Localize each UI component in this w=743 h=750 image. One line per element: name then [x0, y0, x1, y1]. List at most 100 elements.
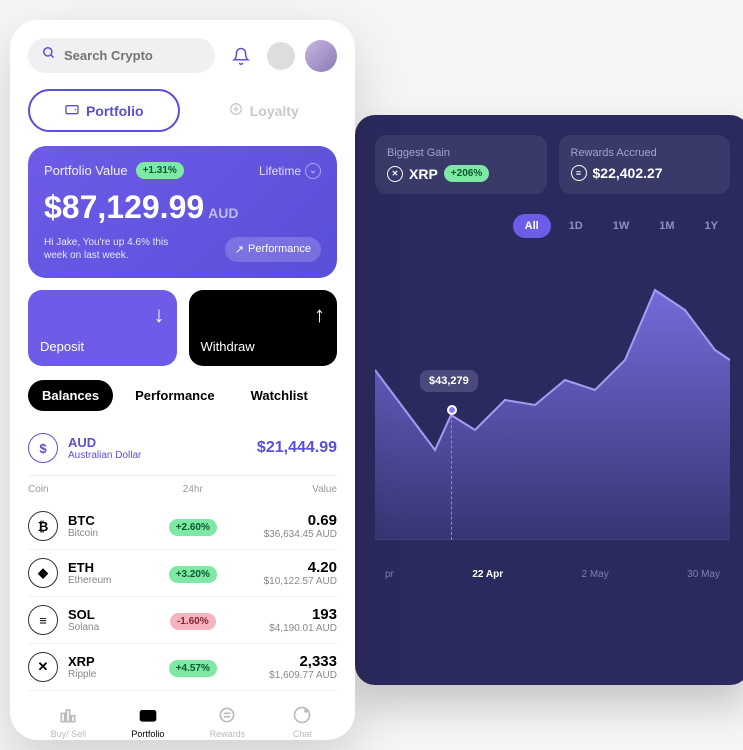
nav-rewards[interactable]: Rewards — [210, 703, 246, 739]
arrow-up-icon: ↑ — [314, 302, 325, 328]
chart-highlight-dot — [447, 405, 457, 415]
coin-fullname: Bitcoin — [68, 528, 98, 539]
chat-icon — [290, 703, 314, 727]
avatar[interactable] — [305, 40, 337, 72]
coin-symbol: XRP — [68, 654, 96, 669]
nav-chat-label: Chat — [293, 729, 312, 739]
search-icon — [42, 46, 56, 65]
coin-change-badge: +4.57% — [169, 660, 217, 677]
nav-portfolio-label: Portfolio — [131, 729, 164, 739]
notifications-button[interactable] — [225, 40, 257, 72]
biggest-gain-coin: XRP — [409, 166, 438, 182]
tab-performance[interactable]: Performance — [121, 380, 228, 411]
tab-loyalty[interactable]: Loyalty — [190, 89, 338, 132]
deposit-button[interactable]: ↓ Deposit — [28, 290, 177, 366]
aud-name: Australian Dollar — [68, 450, 141, 461]
coin-row-btc[interactable]: ₿ BTC Bitcoin +2.60% 0.69 $36,634.45 AUD — [28, 503, 337, 550]
coin-row-eth[interactable]: ◆ ETH Ethereum +3.20% 4.20 $10,122.57 AU… — [28, 550, 337, 597]
x-tick: 2 May — [582, 569, 609, 580]
nav-chat[interactable]: Chat — [290, 703, 314, 739]
range-1w[interactable]: 1W — [601, 214, 642, 238]
coin-symbol: BTC — [68, 513, 98, 528]
x-tick: 22 Apr — [472, 569, 503, 580]
coin-value: $10,122.57 AUD — [234, 576, 337, 587]
mobile-app: Portfolio Loyalty Portfolio Value +1.31%… — [10, 20, 355, 740]
wallet-icon — [64, 101, 80, 120]
desktop-chart-panel: Biggest Gain ✕ XRP +206% Rewards Accrued… — [355, 115, 743, 685]
tab-loyalty-label: Loyalty — [250, 103, 299, 119]
rewards-icon: ≡ — [571, 165, 587, 181]
area-chart-svg — [375, 250, 730, 540]
tab-portfolio-label: Portfolio — [86, 103, 144, 119]
loyalty-icon — [228, 101, 244, 120]
period-label: Lifetime — [259, 164, 301, 178]
portfolio-currency: AUD — [208, 205, 238, 221]
search-input[interactable] — [64, 48, 201, 63]
portfolio-chart[interactable]: $43,279 pr 22 Apr 2 May 30 May — [375, 250, 730, 580]
coin-row-sol[interactable]: ≡ SOL Solana -1.60% 193 $4,190.01 AUD — [28, 597, 337, 644]
withdraw-button[interactable]: ↑ Withdraw — [189, 290, 338, 366]
portfolio-value-card: Portfolio Value +1.31% Lifetime ⌄ $87,12… — [28, 146, 337, 278]
xrp-icon: ✕ — [28, 652, 58, 682]
portfolio-change-badge: +1.31% — [136, 162, 184, 179]
search-input-wrap[interactable] — [28, 38, 215, 73]
nav-rewards-label: Rewards — [210, 729, 246, 739]
range-all[interactable]: All — [513, 214, 551, 238]
nav-buysell[interactable]: Buy/ Sell — [51, 703, 87, 739]
bell-icon — [232, 47, 250, 65]
coin-quantity: 2,333 — [234, 653, 337, 670]
coin-fullname: Ethereum — [68, 575, 111, 586]
aud-balance-row[interactable]: $ AUD Australian Dollar $21,444.99 — [28, 425, 337, 476]
biggest-gain-card[interactable]: Biggest Gain ✕ XRP +206% — [375, 135, 547, 194]
range-1y[interactable]: 1Y — [693, 214, 730, 238]
chart-tooltip: $43,279 — [420, 370, 478, 392]
x-tick: 30 May — [687, 569, 720, 580]
chevron-down-icon: ⌄ — [305, 163, 321, 179]
coin-quantity: 4.20 — [234, 559, 337, 576]
rewards-value: $22,402.27 — [593, 165, 663, 181]
coin-fullname: Ripple — [68, 669, 96, 680]
chart-highlight-line — [451, 410, 452, 540]
biggest-gain-label: Biggest Gain — [387, 147, 535, 159]
aud-symbol: AUD — [68, 435, 141, 450]
coin-quantity: 193 — [234, 606, 337, 623]
trend-icon: ↗ — [235, 243, 244, 256]
nav-portfolio[interactable]: Portfolio — [131, 703, 164, 739]
biggest-gain-change: +206% — [444, 165, 489, 182]
coin-value: $4,190.01 AUD — [234, 623, 337, 634]
portfolio-value: $87,129.99AUD — [44, 189, 321, 226]
coin-change-badge: +2.60% — [169, 519, 217, 536]
coin-list: ₿ BTC Bitcoin +2.60% 0.69 $36,634.45 AUD… — [28, 503, 337, 691]
nav-buysell-label: Buy/ Sell — [51, 729, 87, 739]
arrow-down-icon: ↓ — [154, 302, 165, 328]
period-selector[interactable]: Lifetime ⌄ — [259, 163, 321, 179]
tab-watchlist[interactable]: Watchlist — [237, 380, 322, 411]
badge-icon[interactable] — [267, 42, 295, 70]
tab-balances[interactable]: Balances — [28, 380, 113, 411]
eth-icon: ◆ — [28, 558, 58, 588]
tab-portfolio[interactable]: Portfolio — [28, 89, 180, 132]
rewards-card[interactable]: Rewards Accrued ≡ $22,402.27 — [559, 135, 731, 194]
rewards-icon — [215, 703, 239, 727]
coin-symbol: SOL — [68, 607, 99, 622]
range-1d[interactable]: 1D — [557, 214, 595, 238]
range-1m[interactable]: 1M — [647, 214, 686, 238]
chart-x-axis: pr 22 Apr 2 May 30 May — [375, 569, 730, 580]
coin-change-badge: -1.60% — [170, 613, 216, 630]
coin-row-xrp[interactable]: ✕ XRP Ripple +4.57% 2,333 $1,609.77 AUD — [28, 644, 337, 691]
header-value: Value — [234, 484, 337, 495]
rewards-label: Rewards Accrued — [571, 147, 719, 159]
portfolio-message: Hi Jake, You're up 4.6% this week on las… — [44, 236, 194, 262]
portfolio-value-label: Portfolio Value — [44, 163, 128, 178]
withdraw-label: Withdraw — [201, 339, 326, 354]
coin-value: $1,609.77 AUD — [234, 670, 337, 681]
coin-change-badge: +3.20% — [169, 566, 217, 583]
dollar-icon: $ — [28, 433, 58, 463]
performance-button[interactable]: ↗ Performance — [225, 237, 321, 262]
coin-value: $36,634.45 AUD — [234, 529, 337, 540]
performance-label: Performance — [248, 243, 311, 255]
x-tick: pr — [385, 569, 394, 580]
aud-value: $21,444.99 — [257, 439, 337, 457]
bars-icon — [56, 703, 80, 727]
wallet-icon — [136, 703, 160, 727]
